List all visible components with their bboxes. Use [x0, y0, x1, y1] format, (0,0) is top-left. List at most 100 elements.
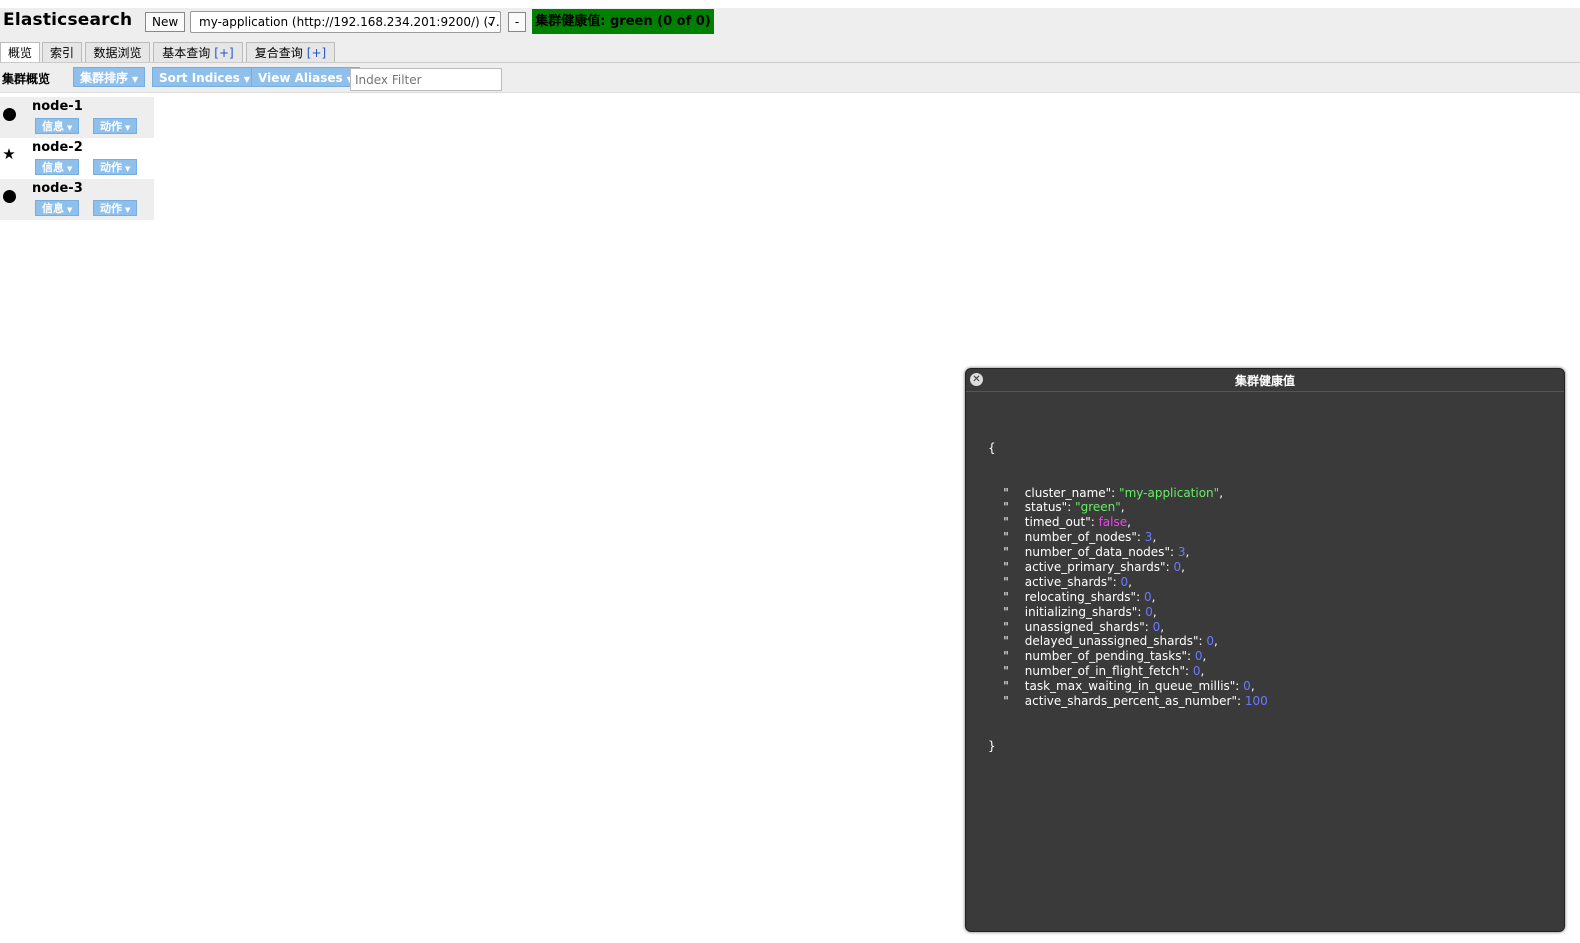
node-name[interactable]: node-1 — [32, 99, 83, 114]
node-info-button[interactable]: 信息 ▼ — [35, 159, 80, 175]
node-info-button[interactable]: 信息 ▼ — [35, 200, 80, 216]
button-label: 信息 — [42, 120, 64, 133]
json-value: 0 — [1243, 679, 1251, 694]
json-key: cluster_name — [1024, 485, 1106, 500]
json-field-row: " active_primary_shards": 0, — [1003, 559, 1185, 574]
node-list: node-1 信息 ▼ 动作 ▼ ★ node-2 信息 ▼ 动作 ▼ node-3 信… — [0, 97, 154, 220]
json-key: relocating_shards — [1024, 589, 1131, 604]
json-key: number_of_in_flight_fetch — [1024, 664, 1180, 679]
tab-basic-query[interactable]: 基本查询 [+] — [153, 42, 243, 62]
node-row: node-1 信息 ▼ 动作 ▼ — [0, 97, 154, 138]
node-action-button[interactable]: 动作 ▼ — [93, 118, 138, 134]
tab-overview[interactable]: 概览 — [0, 42, 40, 62]
node-name[interactable]: node-3 — [32, 181, 83, 196]
cluster-sort-dropdown[interactable]: 集群排序 ▼ — [73, 67, 146, 87]
dialog-title: 集群健康值 — [1234, 374, 1295, 388]
app-title: Elasticsearch — [3, 10, 133, 30]
sort-indices-dropdown[interactable]: Sort Indices ▼ — [152, 67, 257, 87]
json-value: 0 — [1194, 649, 1203, 664]
json-field-row: " active_shards_percent_as_number": 100 — [1003, 693, 1268, 708]
json-field-row: " status": "green", — [1003, 500, 1125, 515]
json-field-row: " relocating_shards": 0, — [1003, 589, 1156, 604]
view-aliases-dropdown[interactable]: View Aliases▼ — [251, 67, 360, 87]
node-name[interactable]: node-2 — [32, 140, 83, 155]
json-value: green — [1080, 500, 1116, 515]
json-key: number_of_pending_tasks — [1024, 649, 1182, 664]
dot-icon — [3, 190, 16, 203]
json-value: 0 — [1145, 604, 1153, 619]
tab-label: 数据浏览 — [93, 46, 142, 60]
json-key: active_primary_shards — [1024, 559, 1161, 574]
tab-data-browser[interactable]: 数据浏览 — [85, 42, 150, 62]
caret-down-icon: ▼ — [125, 206, 131, 214]
json-field-row: " number_of_pending_tasks": 0, — [1003, 649, 1207, 664]
json-field-row: " number_of_nodes": 3, — [1003, 530, 1157, 545]
dropdown-label: View Aliases — [258, 71, 343, 85]
json-viewer: { " cluster_name": "my-application", " sta… — [988, 411, 1268, 783]
json-field-row: " number_of_data_nodes": 3, — [1003, 545, 1190, 560]
json-key: timed_out — [1024, 515, 1086, 530]
tab-label: 基本查询 — [162, 46, 211, 60]
json-field-row: " task_max_waiting_in_queue_millis": 0, — [1003, 679, 1255, 694]
button-label: 动作 — [100, 161, 122, 174]
node-info-button[interactable]: 信息 ▼ — [35, 118, 80, 134]
connection-select-value: my-application (http://192.168.234.201:9… — [199, 15, 501, 29]
json-key: status — [1024, 500, 1062, 515]
add-tab-button[interactable]: [+] — [214, 46, 233, 60]
top-bar: Elasticsearch New my-application (http:/… — [0, 0, 1580, 62]
toolbar-title: 集群概览 — [2, 72, 51, 86]
tab-label: 概览 — [7, 46, 32, 60]
json-value: 0 — [1192, 664, 1201, 679]
caret-down-icon: ▼ — [67, 206, 73, 214]
json-field-row: " number_of_in_flight_fetch": 0, — [1003, 664, 1205, 679]
json-field-row: " active_shards": 0, — [1003, 574, 1132, 589]
json-key: delayed_unassigned_shards — [1024, 634, 1194, 649]
json-key: active_shards — [1024, 574, 1108, 589]
json-fields: " cluster_name": "my-application", " statu… — [988, 486, 1268, 709]
caret-down-icon: ▼ — [132, 75, 139, 84]
tab-label: 索引 — [49, 46, 74, 60]
json-value: false — [1098, 515, 1128, 530]
disconnect-button[interactable]: - — [508, 12, 526, 32]
json-open-brace: { — [988, 440, 996, 455]
json-value: my-application — [1124, 485, 1214, 500]
chevron-down-icon: ⌄ — [485, 15, 495, 28]
dot-icon — [3, 108, 16, 121]
json-field-row: " cluster_name": "my-application", — [1003, 485, 1224, 500]
node-action-button[interactable]: 动作 ▼ — [93, 159, 138, 175]
tab-compound-query[interactable]: 复合查询 [+] — [246, 42, 335, 62]
caret-down-icon: ▼ — [67, 165, 73, 173]
button-label: 动作 — [100, 120, 122, 133]
connection-select[interactable]: my-application (http://192.168.234.201:9… — [190, 11, 501, 33]
json-key: initializing_shards — [1024, 604, 1132, 619]
index-filter-input[interactable] — [350, 68, 502, 91]
dialog-header: ✕ 集群健康值 — [966, 369, 1564, 392]
json-close-brace: } — [988, 738, 996, 753]
json-value: 100 — [1244, 693, 1268, 708]
json-field-row: " unassigned_shards": 0, — [1003, 619, 1165, 634]
node-row: ★ node-2 信息 ▼ 动作 ▼ — [0, 138, 154, 179]
cluster-health-badge[interactable]: 集群健康值: green (0 of 0) — [532, 9, 714, 34]
json-key: task_max_waiting_in_queue_millis — [1024, 679, 1230, 694]
node-row: node-3 信息 ▼ 动作 ▼ — [0, 179, 154, 220]
json-value: 0 — [1173, 559, 1182, 574]
json-field-row: " delayed_unassigned_shards": 0, — [1003, 634, 1218, 649]
json-key: number_of_data_nodes — [1024, 545, 1165, 560]
node-action-button[interactable]: 动作 ▼ — [93, 200, 138, 216]
dropdown-label: Sort Indices — [159, 71, 240, 85]
json-value: 0 — [1143, 589, 1152, 604]
caret-down-icon: ▼ — [243, 75, 250, 84]
star-icon: ★ — [2, 145, 16, 163]
json-value: 0 — [1120, 574, 1129, 589]
button-label: 信息 — [42, 202, 64, 215]
tab-indices[interactable]: 索引 — [42, 42, 82, 62]
json-key: active_shards_percent_as_number — [1024, 693, 1232, 708]
add-tab-button[interactable]: [+] — [307, 46, 326, 60]
json-key: number_of_nodes — [1024, 530, 1132, 545]
cluster-toolbar: 集群概览 集群排序▼ Sort Indices▼ View Aliases▼ — [0, 62, 1580, 93]
dropdown-label: 集群排序 — [80, 71, 129, 85]
cluster-health-dialog: ✕ 集群健康值 { " cluster_name": "my-applicatio… — [965, 368, 1565, 932]
json-value: 0 — [1206, 634, 1215, 649]
new-connection-button[interactable]: New — [145, 12, 186, 32]
json-field-row: " timed_out": false, — [1003, 515, 1131, 530]
